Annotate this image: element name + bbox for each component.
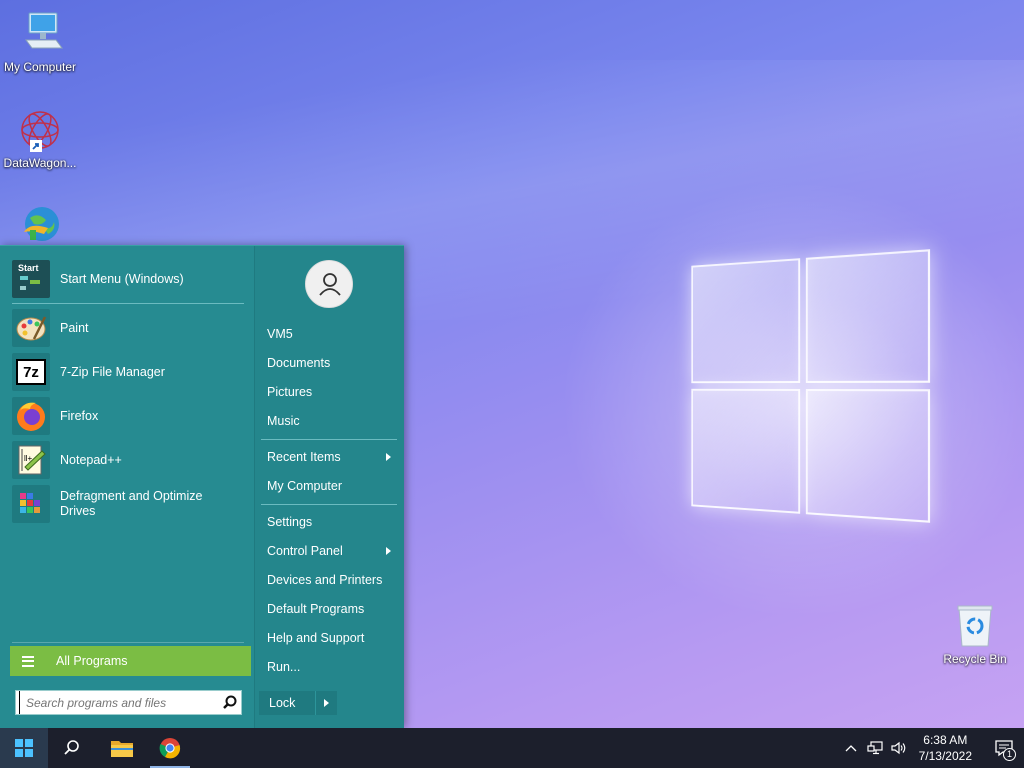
program-notepadpp[interactable]: ll+ Notepad++ — [12, 439, 246, 481]
speaker-icon — [891, 741, 905, 755]
link-pictures[interactable]: Pictures — [261, 379, 397, 405]
link-user-folder[interactable]: VM5 — [261, 321, 397, 347]
clock-date: 7/13/2022 — [918, 749, 972, 763]
desktop-icon-my-computer[interactable]: My Computer — [0, 10, 80, 74]
taskbar-search-button[interactable] — [48, 728, 96, 768]
datawagon-icon — [16, 106, 64, 154]
divider — [261, 439, 397, 440]
start-menu-app-icon: Start — [12, 260, 50, 298]
link-documents[interactable]: Documents — [261, 350, 397, 376]
windows-start-button[interactable] — [0, 728, 48, 768]
program-start-menu-windows[interactable]: Start Start Menu (Windows) — [12, 258, 246, 300]
svg-text:ll+: ll+ — [24, 454, 33, 463]
show-hidden-icons-button[interactable] — [839, 728, 863, 768]
wallpaper-windows-logo — [691, 249, 931, 523]
network-icon — [867, 741, 883, 755]
link-my-computer[interactable]: My Computer — [261, 473, 397, 499]
link-help-support[interactable]: Help and Support — [261, 625, 397, 651]
recycle-bin-icon — [951, 602, 999, 650]
desktop-icon-label: Recycle Bin — [943, 652, 1007, 666]
windows-start-icon — [15, 739, 33, 757]
search-input[interactable] — [19, 691, 219, 714]
chrome-icon — [159, 738, 181, 759]
power-options-arrow-icon[interactable] — [315, 691, 337, 715]
search-box — [15, 690, 242, 715]
action-center-button[interactable]: 1 — [984, 728, 1024, 768]
link-run[interactable]: Run... — [261, 654, 397, 680]
link-settings[interactable]: Settings — [261, 509, 397, 535]
search-icon — [64, 740, 79, 755]
link-default-programs[interactable]: Default Programs — [261, 596, 397, 622]
firefox-icon — [12, 397, 50, 435]
submenu-arrow-icon — [386, 453, 391, 461]
program-label: Paint — [60, 321, 89, 335]
divider — [12, 642, 244, 643]
taskbar-file-explorer[interactable] — [98, 728, 146, 768]
desktop-icon-label: My Computer — [3, 60, 77, 74]
lock-label: Lock — [269, 696, 296, 710]
link-control-panel[interactable]: Control Panel — [261, 538, 397, 564]
program-label: Start Menu (Windows) — [60, 272, 184, 286]
program-defragment[interactable]: Defragment and Optimize Drives — [12, 483, 246, 525]
computer-icon — [16, 10, 64, 58]
network-button[interactable] — [863, 728, 887, 768]
program-label: Firefox — [60, 409, 99, 423]
volume-button[interactable] — [887, 728, 911, 768]
clock[interactable]: 6:38 AM 7/13/2022 — [911, 732, 984, 764]
chevron-up-icon — [845, 745, 857, 752]
all-programs-label: All Programs — [56, 654, 128, 668]
desktop-icon-recycle-bin[interactable]: Recycle Bin — [935, 602, 1015, 666]
defrag-icon — [12, 485, 50, 523]
system-tray: 6:38 AM 7/13/2022 1 — [839, 728, 1024, 768]
link-music[interactable]: Music — [261, 408, 397, 434]
taskbar: 6:38 AM 7/13/2022 1 — [0, 728, 1024, 768]
start-menu-programs-pane: Start Start Menu (Windows) Paint 7z 7-Zi… — [0, 246, 254, 729]
program-firefox[interactable]: Firefox — [12, 395, 246, 437]
start-menu-links-pane: VM5 Documents Pictures Music Recent Item… — [254, 246, 404, 729]
search-icon[interactable] — [219, 692, 241, 714]
program-paint[interactable]: Paint — [12, 307, 246, 349]
divider — [12, 303, 244, 304]
internet-download-icon — [16, 202, 64, 245]
link-devices-printers[interactable]: Devices and Printers — [261, 567, 397, 593]
divider — [261, 504, 397, 505]
clock-time: 6:38 AM — [923, 733, 968, 747]
all-programs-button[interactable]: All Programs — [10, 646, 251, 676]
submenu-arrow-icon — [386, 547, 391, 555]
program-7zip[interactable]: 7z 7-Zip File Manager — [12, 351, 246, 393]
desktop-icon-label: DataWagon... — [3, 156, 77, 170]
file-explorer-icon — [111, 741, 133, 757]
notepadpp-icon: ll+ — [12, 441, 50, 479]
program-label: Defragment and Optimize Drives — [60, 489, 203, 518]
paint-icon — [12, 309, 50, 347]
program-label: 7-Zip File Manager — [60, 365, 165, 379]
start-menu: Start Start Menu (Windows) Paint 7z 7-Zi… — [0, 245, 404, 729]
notification-count-badge: 1 — [1003, 748, 1016, 761]
taskbar-chrome[interactable] — [146, 728, 194, 768]
lock-button[interactable]: Lock — [259, 691, 337, 715]
user-avatar[interactable] — [305, 260, 353, 308]
7zip-icon: 7z — [12, 353, 50, 391]
list-icon — [22, 655, 34, 667]
desktop-icon-datawagon[interactable]: DataWagon... — [0, 106, 80, 170]
link-recent-items[interactable]: Recent Items — [261, 444, 397, 470]
desktop-icon-internet-download[interactable] — [0, 202, 80, 245]
program-label: Notepad++ — [60, 453, 122, 467]
